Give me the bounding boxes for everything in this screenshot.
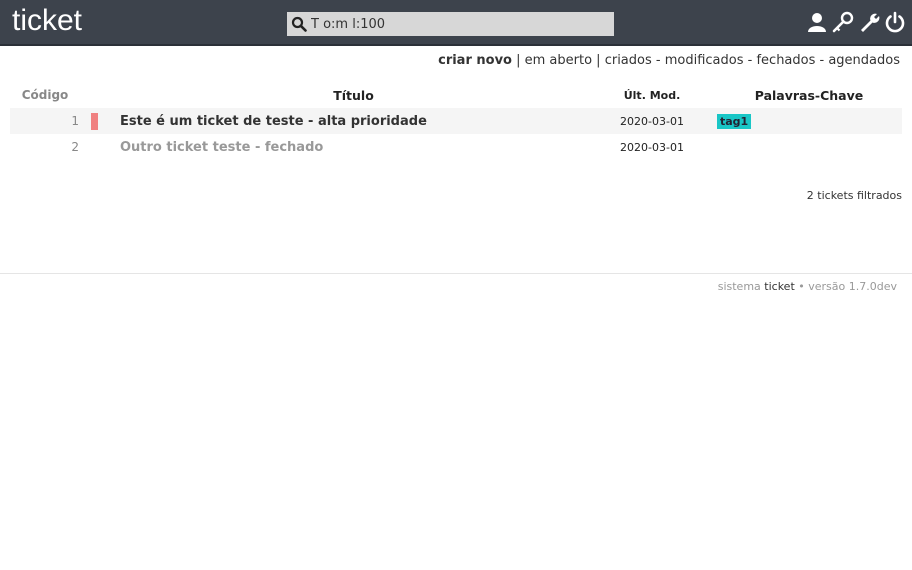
top-header: ticket [0,0,912,46]
footer-brand-link[interactable]: ticket [764,280,794,293]
footer-prefix: sistema [717,280,765,293]
table-header-row: Código Título Últ. Mod. Palavras-Chave [10,82,902,108]
nav-separator: - [743,53,757,68]
column-header-code[interactable]: Código [10,82,91,108]
create-new-link[interactable]: criar novo [438,53,512,68]
ticket-title-cell: Este é um ticket de teste - alta priorid… [108,108,599,134]
column-header-priority [91,82,108,108]
header-toolbar [806,10,906,36]
nav-separator: | [511,53,525,68]
nav-separator: | [592,53,605,68]
ticket-title-link[interactable]: Outro ticket teste - fechado [120,140,323,155]
ticket-code: 2 [71,140,79,154]
key-icon[interactable] [832,10,854,34]
nav-separator: - [815,53,829,68]
keyword-tag[interactable]: tag1 [717,114,752,129]
user-icon[interactable] [806,10,828,34]
scheduled-link[interactable]: agendados [828,53,900,68]
ticket-last-mod: 2020-03-01 [620,140,684,154]
ticket-code: 1 [71,114,79,128]
created-link[interactable]: criados [605,53,652,68]
tickets-table: Código Título Últ. Mod. Palavras-Chave 1… [10,82,902,160]
footer-version: • versão 1.7.0dev [794,280,897,293]
ticket-title-link[interactable]: Este é um ticket de teste - alta priorid… [120,114,427,129]
app-title[interactable]: ticket [12,2,82,40]
column-header-keywords[interactable]: Palavras-Chave [705,82,902,108]
modified-link[interactable]: modificados [665,53,744,68]
search-input[interactable] [311,14,606,34]
table-row[interactable]: 2 Outro ticket teste - fechado 2020-03-0… [10,134,902,160]
open-link[interactable]: em aberto [525,53,592,68]
wrench-icon[interactable] [858,10,880,34]
nav-separator: - [651,53,665,68]
closed-link[interactable]: fechados [756,53,815,68]
footer: sistema ticket • versão 1.7.0dev [718,280,897,293]
priority-cell [91,134,108,160]
column-header-title[interactable]: Título [108,82,599,108]
table-row[interactable]: 1 Este é um ticket de teste - alta prior… [10,108,902,134]
filter-nav: criar novo | em aberto | criados - modif… [438,53,900,68]
power-icon[interactable] [884,10,906,34]
column-header-last-mod[interactable]: Últ. Mod. [599,82,705,108]
filter-count: 2 tickets filtrados [806,189,902,202]
search-icon [291,16,307,32]
priority-cell [91,108,108,134]
keywords-cell [705,134,902,160]
keywords-cell: tag1 [705,108,902,134]
priority-indicator [91,112,98,130]
footer-divider [0,273,912,274]
search-box[interactable] [287,12,614,36]
ticket-title-cell: Outro ticket teste - fechado [108,134,599,160]
ticket-last-mod: 2020-03-01 [620,114,684,128]
